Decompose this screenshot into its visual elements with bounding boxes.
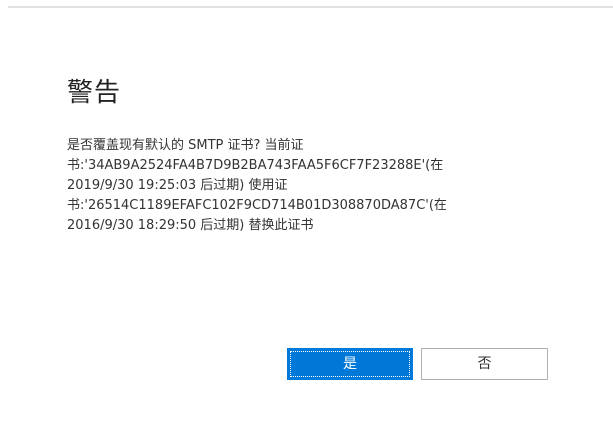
message-line: 2019/9/30 19:25:03 后过期) 使用证 [67, 178, 288, 193]
message-line: 是否覆盖现有默认的 SMTP 证书? 当前证 [67, 138, 304, 153]
message-line: 2016/9/30 18:29:50 后过期) 替换此证书 [67, 218, 314, 233]
dialog-title: 警告 [67, 78, 122, 108]
yes-button[interactable]: 是 [287, 348, 413, 380]
warning-dialog: 警告 是否覆盖现有默认的 SMTP 证书? 当前证 书:'34AB9A2524F… [0, 0, 613, 423]
top-divider [8, 6, 613, 8]
no-button[interactable]: 否 [421, 348, 548, 380]
dialog-message: 是否覆盖现有默认的 SMTP 证书? 当前证 书:'34AB9A2524FA4B… [67, 136, 547, 236]
message-line: 书:'34AB9A2524FA4B7D9B2BA743FAA5F6CF7F232… [67, 158, 444, 173]
message-line: 书:'26514C1189EFAFC102F9CD714B01D308870DA… [67, 198, 447, 213]
